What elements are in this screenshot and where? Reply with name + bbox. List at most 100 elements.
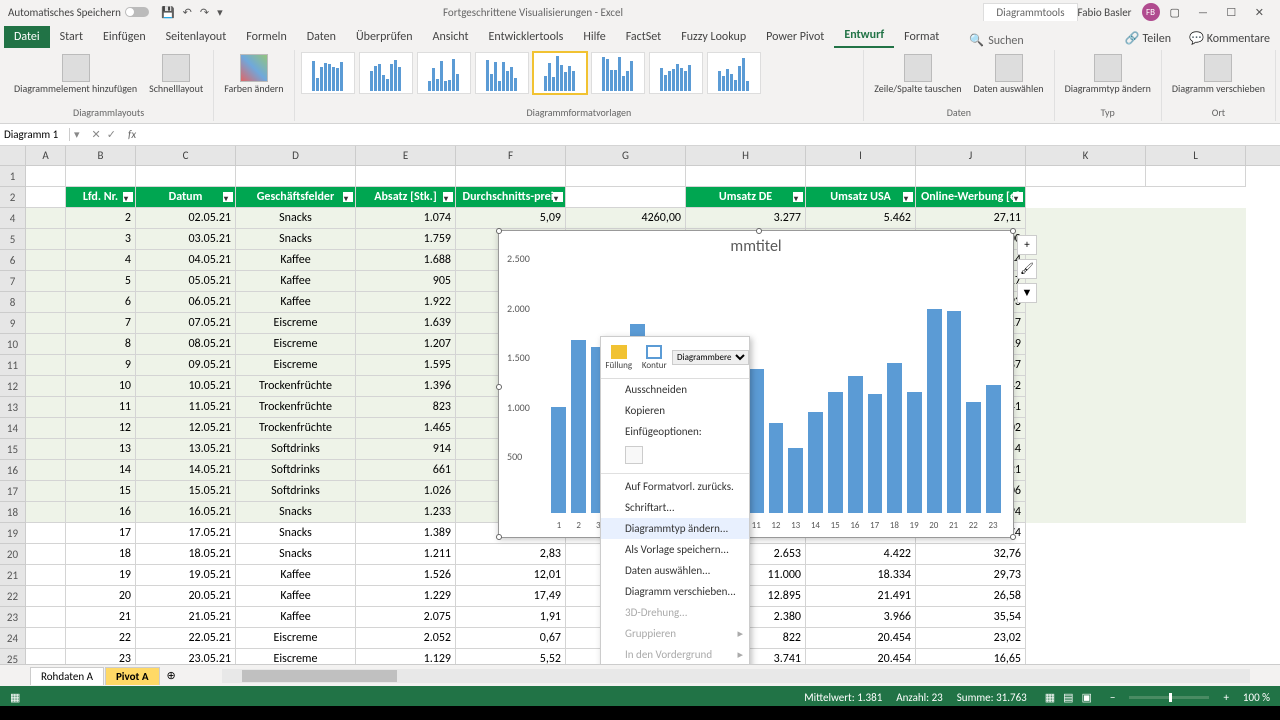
select-data-button[interactable]: Daten auswählen (969, 52, 1047, 97)
fx-icon[interactable]: fx (124, 128, 140, 141)
tab-help[interactable]: Hilfe (573, 26, 615, 48)
zoom-out-button[interactable]: − (1110, 691, 1115, 704)
user-name[interactable]: Fabio Basler (1078, 6, 1132, 19)
formula-input[interactable] (140, 128, 1280, 141)
minimize-icon[interactable]: — (1190, 6, 1216, 19)
chart-bar[interactable] (947, 311, 962, 513)
col-header-D[interactable]: D (236, 146, 356, 165)
chart-style-8[interactable] (707, 52, 761, 94)
col-header-H[interactable]: H (686, 146, 806, 165)
chart-bar[interactable] (551, 407, 566, 513)
chart-elements-button[interactable]: + (1017, 235, 1037, 255)
chart-title[interactable]: mmtitel (499, 231, 1013, 262)
filter-dropdown[interactable] (903, 192, 913, 202)
close-icon[interactable]: ✕ (1247, 6, 1272, 19)
quick-layout-button[interactable]: Schnelllayout (145, 52, 207, 97)
tab-pagelayout[interactable]: Seitenlayout (156, 26, 237, 48)
chart-bar[interactable] (828, 392, 843, 513)
filter-dropdown[interactable] (1013, 192, 1023, 202)
tab-data[interactable]: Daten (297, 26, 346, 48)
outline-button[interactable]: Kontur (637, 337, 673, 378)
filter-dropdown[interactable] (343, 192, 353, 202)
chart-bar[interactable] (808, 412, 823, 513)
tab-developer[interactable]: Entwicklertools (479, 26, 574, 48)
ctx-kopieren[interactable]: Kopieren (601, 400, 749, 421)
tab-powerpivot[interactable]: Power Pivot (756, 26, 834, 48)
ctx-ausschneiden[interactable]: Ausschneiden (601, 379, 749, 400)
tell-me-search[interactable]: 🔍 Suchen (969, 33, 1023, 48)
ribbon-display-icon[interactable]: ▢ (1170, 6, 1180, 19)
col-header-G[interactable]: G (566, 146, 686, 165)
chart-styles-gallery[interactable] (301, 52, 858, 94)
col-header-B[interactable]: B (66, 146, 136, 165)
name-dropdown-icon[interactable]: ▾ (70, 128, 84, 141)
ctx-diagrammverschieben[interactable]: Diagramm verschieben... (601, 581, 749, 602)
tab-file[interactable]: Datei (4, 26, 50, 48)
chart-bar[interactable] (927, 309, 942, 513)
chart-style-2[interactable] (359, 52, 413, 94)
redo-icon[interactable]: ↷ (200, 6, 209, 19)
chart-bar[interactable] (749, 369, 764, 513)
view-buttons[interactable]: ▦▤▣ (1041, 691, 1096, 704)
tab-fuzzy[interactable]: Fuzzy Lookup (671, 26, 756, 48)
zoom-level[interactable]: 100 % (1243, 691, 1270, 704)
chart-bar[interactable] (868, 394, 883, 513)
zoom-in-button[interactable]: + (1223, 691, 1228, 704)
col-header-A[interactable]: A (26, 146, 66, 165)
name-box[interactable]: Diagramm 1 (0, 128, 70, 141)
ctx-alsvorlagespeichern[interactable]: Als Vorlage speichern... (601, 539, 749, 560)
chart-bar[interactable] (848, 376, 863, 513)
chart-bar[interactable] (966, 402, 981, 513)
chart-object[interactable]: mmtitel 12345678910111213141516171819202… (498, 230, 1014, 538)
horizontal-scrollbar[interactable] (222, 669, 1250, 683)
tab-view[interactable]: Ansicht (423, 26, 479, 48)
change-chart-type-button[interactable]: Diagrammtyp ändern (1061, 52, 1155, 97)
filter-dropdown[interactable] (443, 192, 453, 202)
ctx-paste-option[interactable] (601, 442, 749, 471)
col-header-C[interactable]: C (136, 146, 236, 165)
filter-dropdown[interactable] (553, 192, 563, 202)
save-icon[interactable]: 💾 (161, 6, 175, 19)
switch-row-col-button[interactable]: Zeile/Spalte tauschen (870, 52, 965, 97)
ctx-datenauswhlen[interactable]: Daten auswählen... (601, 560, 749, 581)
move-chart-button[interactable]: Diagramm verschieben (1168, 52, 1269, 97)
zoom-slider[interactable] (1129, 696, 1209, 699)
fill-button[interactable]: Füllung (601, 337, 637, 378)
ctx-diagrammtypndern[interactable]: Diagrammtyp ändern... (601, 518, 749, 539)
chart-bar[interactable] (887, 363, 902, 513)
chart-style-1[interactable] (301, 52, 355, 94)
share-button[interactable]: 🔗 Teilen (1119, 29, 1177, 48)
col-header-J[interactable]: J (916, 146, 1026, 165)
tab-start[interactable]: Start (50, 26, 93, 48)
filter-dropdown[interactable] (223, 192, 233, 202)
chart-style-5[interactable] (533, 52, 587, 94)
autosave-toggle[interactable]: Automatisches Speichern (8, 6, 149, 19)
select-all-corner[interactable] (0, 146, 26, 165)
chart-style-3[interactable] (417, 52, 471, 94)
tab-formulas[interactable]: Formeln (236, 26, 296, 48)
enter-formula-icon[interactable]: ✓ (107, 128, 116, 141)
add-chart-element-button[interactable]: Diagrammelement hinzufügen (10, 52, 141, 97)
ctx-aufformatvorlzurcks[interactable]: Auf Formatvorl. zurücks. (601, 476, 749, 497)
chart-filters-button[interactable]: ▼ (1017, 283, 1037, 303)
chart-bar[interactable] (788, 448, 803, 513)
chart-styles-button[interactable]: 🖌 (1017, 259, 1037, 279)
chart-bar[interactable] (769, 423, 784, 513)
col-header-L[interactable]: L (1146, 146, 1246, 165)
chart-bar[interactable] (986, 385, 1001, 513)
chart-style-4[interactable] (475, 52, 529, 94)
worksheet-grid[interactable]: 12Lfd. Nr.DatumGeschäftsfelderAbsatz [St… (0, 166, 1280, 664)
tab-insert[interactable]: Einfügen (93, 26, 156, 48)
sheet-tab-rohdaten[interactable]: Rohdaten A (30, 667, 104, 685)
ctx-schriftart[interactable]: Schriftart... (601, 497, 749, 518)
chart-style-6[interactable] (591, 52, 645, 94)
sheet-tab-pivot[interactable]: Pivot A (105, 667, 160, 685)
col-header-I[interactable]: I (806, 146, 916, 165)
cancel-formula-icon[interactable]: ✕ (92, 128, 101, 141)
filter-dropdown[interactable] (123, 192, 133, 202)
chart-bar[interactable] (907, 392, 922, 513)
tab-format[interactable]: Format (894, 26, 949, 48)
ctx-einfgeoptionen[interactable]: Einfügeoptionen: (601, 421, 749, 442)
chart-bar[interactable] (571, 340, 586, 513)
avatar[interactable]: FB (1142, 3, 1160, 21)
